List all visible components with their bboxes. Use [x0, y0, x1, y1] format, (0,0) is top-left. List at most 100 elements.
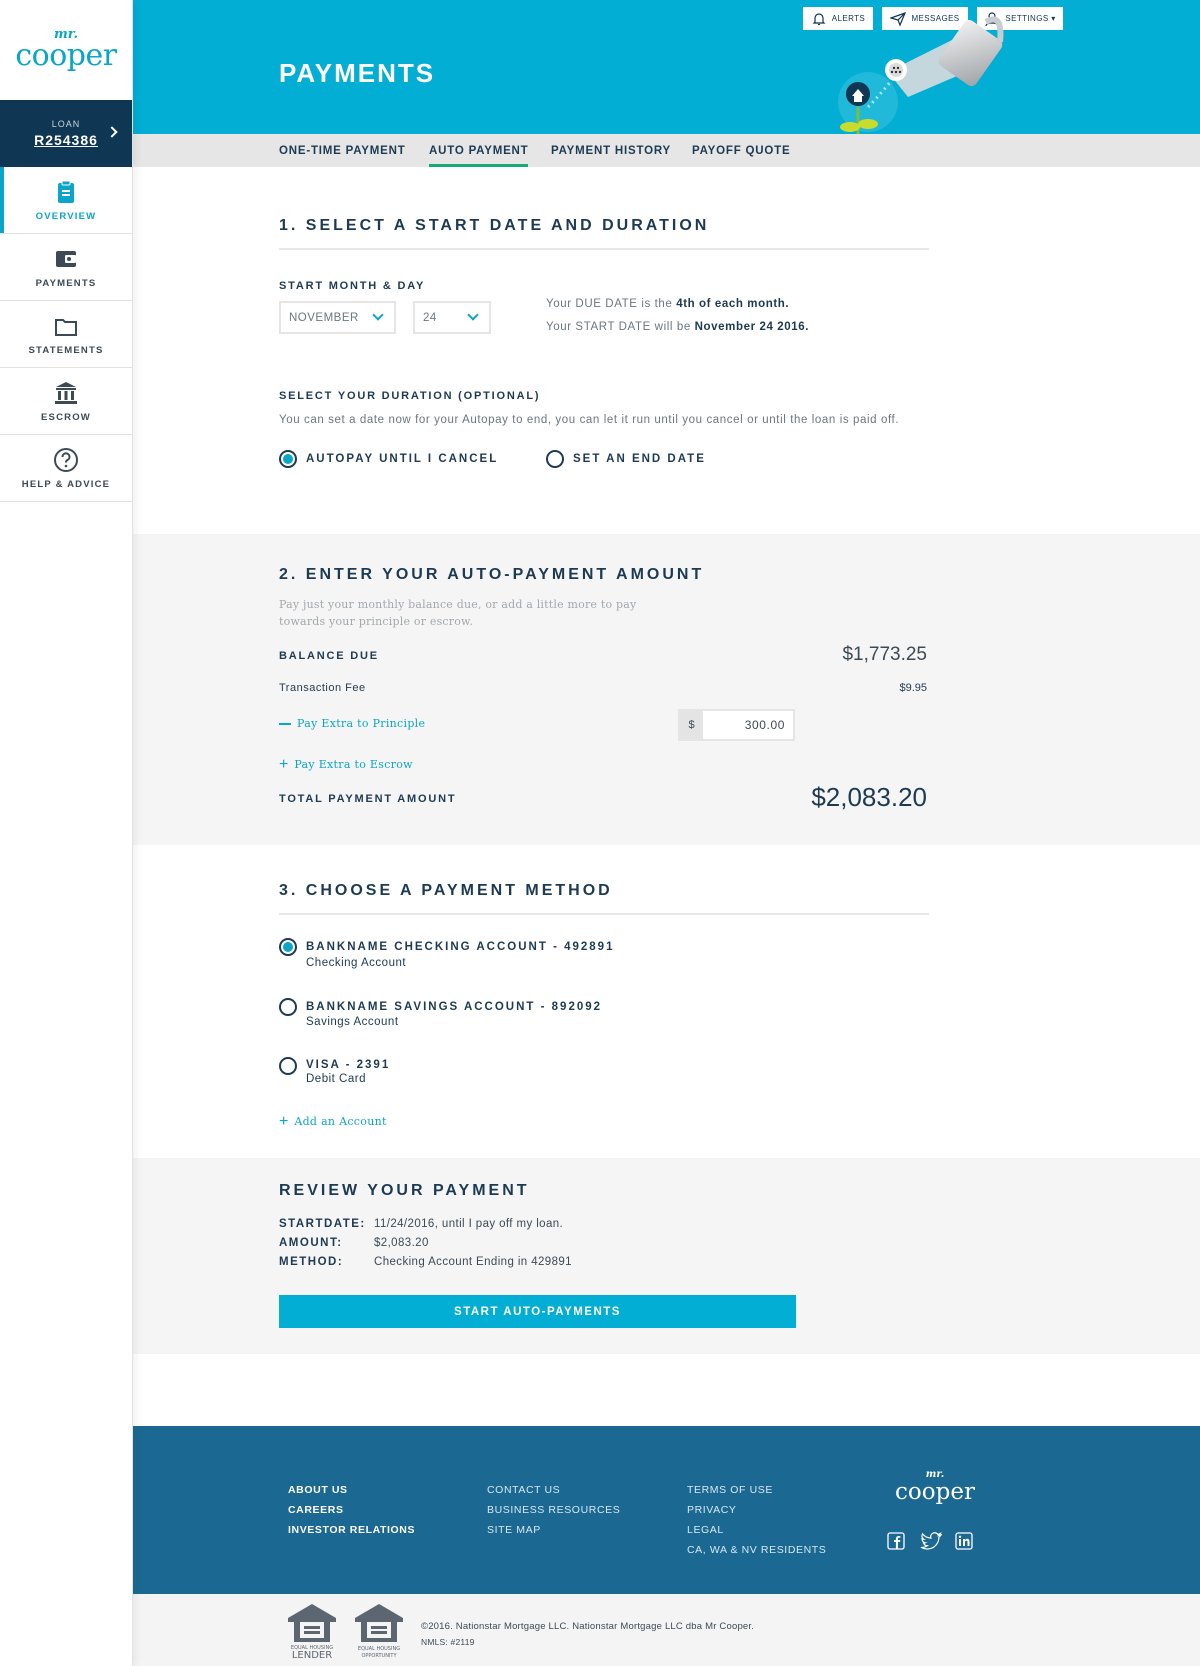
footer-link-investor-relations[interactable]: INVESTOR RELATIONS — [288, 1524, 415, 1536]
method-type: Checking Account — [306, 957, 407, 969]
currency-prefix: $ — [680, 711, 703, 739]
review-startdate-value: 11/24/2016, until I pay off my loan. — [374, 1218, 564, 1230]
payment-amount-section: 2. ENTER YOUR AUTO-PAYMENT AMOUNT Pay ju… — [133, 534, 1200, 845]
footer-link-careers[interactable]: CAREERS — [288, 1504, 344, 1516]
step1-heading: 1. SELECT A START DATE AND DURATION — [279, 217, 710, 234]
sidebar-item-label: OVERVIEW — [35, 210, 97, 222]
pay-extra-escrow-label: Pay Extra to Escrow — [294, 758, 413, 771]
payment-method-section: 3. CHOOSE A PAYMENT METHOD BANKNAME CHEC… — [133, 845, 1200, 1158]
transaction-fee-label: Transaction Fee — [279, 682, 366, 694]
legal-bar: EQUAL HOUSING LENDER EQUAL HOUSING OPPOR… — [133, 1594, 1200, 1666]
pay-extra-principle-toggle[interactable]: Pay Extra to Principle — [279, 717, 425, 730]
total-payment-label: TOTAL PAYMENT AMOUNT — [279, 793, 457, 805]
minus-icon — [279, 722, 291, 725]
review-heading: REVIEW YOUR PAYMENT — [279, 1182, 530, 1199]
divider — [279, 248, 929, 250]
spacer — [133, 1354, 1200, 1426]
extra-principle-input[interactable]: $ 300.00 — [678, 709, 795, 741]
equal-housing-opportunity-logo: EQUAL HOUSING OPPORTUNITY — [355, 1604, 403, 1659]
linkedin-icon[interactable] — [955, 1532, 973, 1550]
plus-icon: + — [279, 1112, 289, 1130]
nmls-text: NMLS: #2119 — [421, 1637, 475, 1647]
method-radio-checking[interactable] — [279, 938, 297, 956]
chevron-down-icon — [467, 309, 479, 321]
set-end-date-label[interactable]: SET AN END DATE — [573, 453, 706, 465]
method-name[interactable]: VISA - 2391 — [306, 1059, 390, 1071]
review-method-key: METHOD: — [279, 1256, 344, 1268]
footer-link-privacy[interactable]: PRIVACY — [687, 1504, 737, 1516]
method-name[interactable]: BANKNAME CHECKING ACCOUNT - 492891 — [306, 941, 614, 953]
brand-logo[interactable]: mr. cooper — [0, 0, 132, 100]
balance-due-value: $1,773.25 — [842, 644, 927, 665]
loan-number[interactable]: R254386 — [34, 132, 98, 148]
sidebar-item-escrow[interactable]: ESCROW — [0, 368, 132, 435]
footer-link-contact[interactable]: CONTACT US — [487, 1484, 560, 1496]
method-type: Savings Account — [306, 1016, 399, 1028]
sidebar-item-label: PAYMENTS — [35, 277, 97, 289]
svg-text:LENDER: LENDER — [292, 1650, 332, 1660]
facebook-icon[interactable] — [887, 1532, 905, 1550]
page-title: PAYMENTS — [279, 58, 436, 88]
footer-link-about[interactable]: ABOUT US — [288, 1484, 348, 1496]
sidebar: mr. cooper LOAN R254386 OVERVIEW PAYMENT… — [0, 0, 133, 1666]
autopay-until-cancel-radio[interactable] — [279, 450, 297, 468]
tab-payoff-quote[interactable]: PAYOFF QUOTE — [692, 134, 790, 167]
footer-link-site-map[interactable]: SITE MAP — [487, 1524, 541, 1536]
month-select-value: NOVEMBER — [289, 311, 359, 324]
tab-payment-history[interactable]: PAYMENT HISTORY — [551, 134, 671, 167]
footer-link-residents[interactable]: CA, WA & NV RESIDENTS — [687, 1544, 826, 1556]
step3-heading: 3. CHOOSE A PAYMENT METHOD — [279, 882, 613, 899]
set-end-date-radio[interactable] — [546, 450, 564, 468]
start-date-info: Your START DATE will be November 24 2016… — [546, 321, 809, 333]
sidebar-item-help[interactable]: HELP & ADVICE — [0, 435, 132, 502]
review-amount-value: $2,083.20 — [374, 1237, 429, 1249]
sidebar-item-payments[interactable]: PAYMENTS — [0, 234, 132, 301]
question-icon — [54, 447, 78, 472]
start-month-day-label: START MONTH & DAY — [279, 280, 426, 292]
divider — [279, 913, 929, 915]
footer-link-terms[interactable]: TERMS OF USE — [687, 1484, 773, 1496]
twitter-icon[interactable] — [920, 1532, 942, 1550]
start-auto-payments-button[interactable]: START AUTO-PAYMENTS — [279, 1295, 796, 1328]
review-method-value: Checking Account Ending in 429891 — [374, 1256, 572, 1268]
plus-icon: + — [279, 755, 289, 773]
add-account-link[interactable]: + Add an Account — [279, 1112, 387, 1130]
chevron-down-icon — [372, 309, 384, 321]
due-date-info: Your DUE DATE is the 4th of each month. — [546, 298, 789, 310]
loan-selector[interactable]: LOAN R254386 — [0, 100, 132, 167]
tab-one-time-payment[interactable]: ONE-TIME PAYMENT — [279, 134, 406, 167]
month-select[interactable]: NOVEMBER — [279, 301, 396, 334]
copyright-text: ©2016. Nationstar Mortgage LLC. Nationst… — [421, 1621, 755, 1632]
bank-icon — [55, 381, 77, 404]
bell-icon — [812, 12, 826, 25]
pay-extra-escrow-toggle[interactable]: + Pay Extra to Escrow — [279, 755, 413, 773]
duration-help-text: You can set a date now for your Autopay … — [279, 414, 900, 426]
autopay-until-cancel-label[interactable]: AUTOPAY UNTIL I CANCEL — [306, 453, 498, 465]
total-payment-value: $2,083.20 — [811, 782, 927, 812]
sidebar-item-label: STATEMENTS — [28, 344, 104, 356]
review-amount-key: AMOUNT: — [279, 1237, 343, 1249]
sidebar-item-label: ESCROW — [41, 411, 91, 423]
method-radio-visa[interactable] — [279, 1057, 297, 1075]
step2-heading: 2. ENTER YOUR AUTO-PAYMENT AMOUNT — [279, 566, 705, 583]
day-select-value: 24 — [423, 311, 437, 324]
method-type: Debit Card — [306, 1073, 366, 1085]
footer-link-business-resources[interactable]: BUSINESS RESOURCES — [487, 1504, 620, 1516]
footer-link-legal[interactable]: LEGAL — [687, 1524, 724, 1536]
method-name[interactable]: BANKNAME SAVINGS ACCOUNT - 892092 — [306, 1001, 602, 1013]
sidebar-item-overview[interactable]: OVERVIEW — [0, 167, 132, 234]
extra-principle-value: 300.00 — [744, 718, 785, 732]
due-date-prefix: Your DUE DATE is the — [546, 298, 677, 310]
start-date-section: 1. SELECT A START DATE AND DURATION STAR… — [133, 167, 1200, 534]
review-startdate-key: STARTDATE: — [279, 1218, 366, 1230]
day-select[interactable]: 24 — [413, 301, 491, 334]
balance-due-label: BALANCE DUE — [279, 650, 379, 662]
method-radio-savings[interactable] — [279, 998, 297, 1016]
tab-auto-payment[interactable]: AUTO PAYMENT — [429, 134, 529, 167]
start-date-value: November 24 2016. — [694, 321, 810, 333]
wallet-icon — [56, 250, 76, 267]
sidebar-item-statements[interactable]: STATEMENTS — [0, 301, 132, 368]
footer-logo[interactable]: mr. cooper — [885, 1470, 985, 1505]
start-date-prefix: Your START DATE will be — [546, 321, 695, 333]
review-section: REVIEW YOUR PAYMENT STARTDATE: 11/24/201… — [133, 1158, 1200, 1354]
